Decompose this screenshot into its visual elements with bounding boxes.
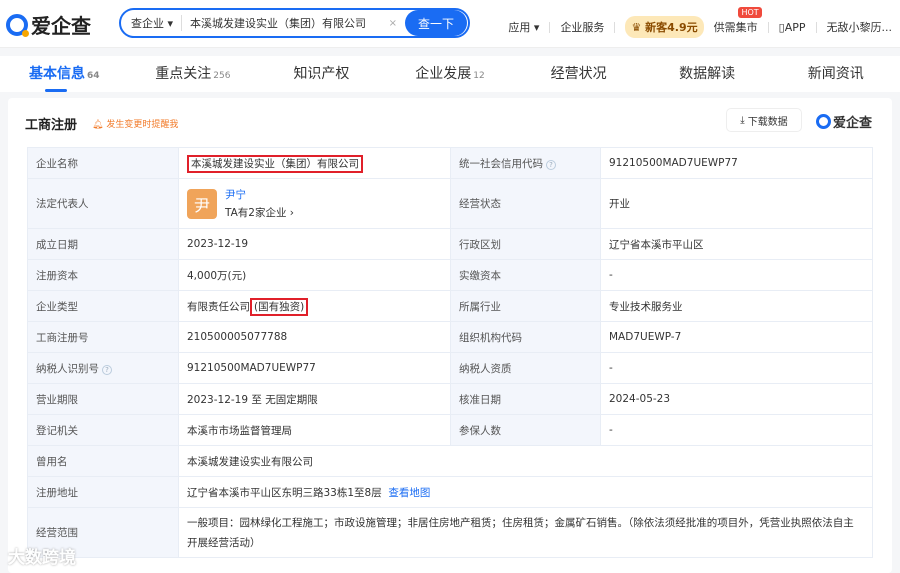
download-button[interactable]: ⤓ 下载数据	[726, 108, 802, 132]
type-highlight: (国有独资)	[250, 297, 309, 316]
logo[interactable]: 爱企查	[6, 10, 91, 39]
company-name: 本溪城发建设实业（集团）有限公司	[187, 154, 363, 173]
nav-services[interactable]: 企业服务	[560, 19, 604, 35]
search-button[interactable]: 查一下	[405, 10, 467, 36]
tab-bar: 基本信息 64 重点关注 256 知识产权 企业发展 12 经营状况 数据解读 新闻资…	[0, 56, 900, 92]
top-nav: 应用 ▾ 企业服务 ♛ 新客4.9元 供需集市 HOT ▯APP 无敌小黎历...	[508, 7, 893, 38]
tab-key-attention[interactable]: 重点关注 256	[129, 56, 258, 92]
rep-companies-link[interactable]: TA有2家企业 ›	[225, 205, 294, 220]
table-row: 企业名称 本溪城发建设实业（集团）有限公司 统一社会信用代码? 91210500MAD…	[27, 147, 873, 179]
registration-card: 工商注册 🔔︎ 发生变更时提醒我 ⤓ 下载数据 爱企查 企业名称 本溪城发建设实业…	[8, 98, 892, 573]
rep-link[interactable]: 尹宁	[225, 187, 294, 202]
table-row: 曾用名 本溪城发建设实业有限公司	[27, 445, 873, 477]
remind-link[interactable]: 🔔︎ 发生变更时提醒我	[92, 117, 178, 130]
table-row: 注册资本 4,000万(元) 实缴资本 -	[27, 259, 873, 291]
tab-operations[interactable]: 经营状况	[514, 56, 643, 92]
tab-data[interactable]: 数据解读	[643, 56, 772, 92]
nav-user[interactable]: 无敌小黎历...	[827, 19, 893, 35]
table-row: 纳税人识别号? 91210500MAD7UEWP77 纳税人资质 -	[27, 352, 873, 384]
help-icon[interactable]: ?	[546, 159, 556, 170]
table-row: 营业期限 2023-12-19 至 无固定期限 核准日期 2024-05-23	[27, 383, 873, 415]
table-row: 工商注册号 210500005077788 组织机构代码 MAD7UEWP-7	[27, 321, 873, 353]
bell-icon: 🔔︎	[92, 120, 104, 130]
table-row: 注册地址 辽宁省本溪市平山区东明三路33栋1至8层 查看地图	[27, 476, 873, 508]
watermark: 大数跨境	[8, 548, 76, 568]
logo-icon	[816, 114, 831, 129]
search-type-select[interactable]: 查企业 ▾	[121, 15, 183, 31]
top-bar: 爱企查 查企业 ▾ × 查一下 应用 ▾ 企业服务 ♛ 新客4.9元 供需集市H…	[0, 0, 900, 48]
nav-apps[interactable]: 应用 ▾	[508, 19, 539, 35]
nav-market[interactable]: 供需集市 HOT	[714, 7, 762, 35]
logo-icon	[6, 13, 29, 37]
table-row: 成立日期 2023-12-19 行政区划 辽宁省本溪市平山区	[27, 228, 873, 260]
tab-basic-info[interactable]: 基本信息 64	[0, 56, 129, 92]
download-icon: ⤓	[740, 114, 745, 126]
nav-vip-offer[interactable]: ♛ 新客4.9元	[625, 16, 704, 38]
table-row: 企业类型 有限责任公司 (国有独资) 所属行业 专业技术服务业	[27, 290, 873, 322]
section-title: 工商注册	[25, 118, 78, 133]
hot-badge: HOT	[738, 7, 762, 18]
tab-news[interactable]: 新闻资讯	[771, 56, 900, 92]
nav-app[interactable]: ▯APP	[779, 21, 806, 34]
info-table: 企业名称 本溪城发建设实业（集团）有限公司 统一社会信用代码? 91210500MAD…	[27, 147, 873, 558]
tab-ip[interactable]: 知识产权	[257, 56, 386, 92]
tab-development[interactable]: 企业发展 12	[386, 56, 515, 92]
help-icon[interactable]: ?	[102, 364, 112, 375]
search-bar: 查企业 ▾ × 查一下	[119, 8, 470, 38]
search-input[interactable]	[182, 16, 389, 30]
brand-logo: 爱企查	[816, 112, 872, 131]
table-row: 法定代表人尹尹宁 TA有2家企业 › 经营状态 开业	[27, 178, 873, 229]
view-map-link[interactable]: 查看地图	[388, 487, 430, 499]
avatar: 尹	[187, 188, 217, 219]
clear-icon[interactable]: ×	[389, 18, 397, 29]
table-row: 登记机关 本溪市市场监督管理局 参保人数 -	[27, 414, 873, 446]
table-row: 经营范围 一般项目：园林绿化工程施工；市政设施管理；非居住房地产租赁；住房租赁；金…	[27, 507, 873, 558]
